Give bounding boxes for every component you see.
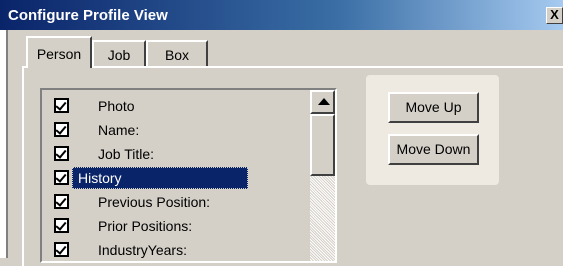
tab-person[interactable]: Person (26, 36, 92, 68)
checkbox[interactable] (54, 146, 69, 161)
move-up-button[interactable]: Move Up (388, 92, 479, 123)
list-item[interactable]: Photo (42, 94, 310, 118)
list-item-label: Prior Positions: (98, 218, 193, 234)
vertical-scrollbar[interactable] (310, 90, 335, 261)
title-bar: Configure Profile View X (0, 0, 563, 30)
window-edge (0, 30, 8, 258)
list-item-label: Job Title: (98, 146, 155, 162)
window-title: Configure Profile View (8, 7, 168, 24)
close-button[interactable]: X (546, 7, 563, 24)
list-item-selected[interactable]: History (42, 166, 310, 190)
list-item[interactable]: Job Title: (42, 142, 310, 166)
list-item-label: Name: (98, 122, 140, 138)
checkbox[interactable] (54, 194, 69, 209)
checkbox[interactable] (54, 98, 69, 113)
list-item[interactable]: Prior Positions: (42, 214, 310, 238)
move-down-button[interactable]: Move Down (388, 134, 479, 165)
tab-job[interactable]: Job (92, 40, 146, 66)
list-item[interactable]: Name: (42, 118, 310, 142)
checkbox[interactable] (54, 218, 69, 233)
list-item-label: Previous Position: (98, 194, 211, 210)
list-item-label: IndustryYears: (98, 242, 187, 258)
list-item-label: Photo (98, 98, 135, 114)
scroll-up-button[interactable] (310, 90, 335, 114)
list-item[interactable]: IndustryYears: (42, 238, 310, 261)
checkbox[interactable] (54, 170, 69, 185)
button-panel: Move Up Move Down (366, 75, 499, 185)
checkbox[interactable] (54, 122, 69, 137)
list-item-label: History (78, 170, 122, 186)
checkbox[interactable] (54, 242, 69, 257)
scroll-thumb[interactable] (310, 114, 335, 176)
list-item[interactable]: Previous Position: (42, 190, 310, 214)
arrow-up-icon (318, 98, 330, 105)
fields-listbox[interactable]: Photo Name: Job Title: History Previous … (40, 88, 337, 263)
tab-box[interactable]: Box (146, 40, 208, 66)
